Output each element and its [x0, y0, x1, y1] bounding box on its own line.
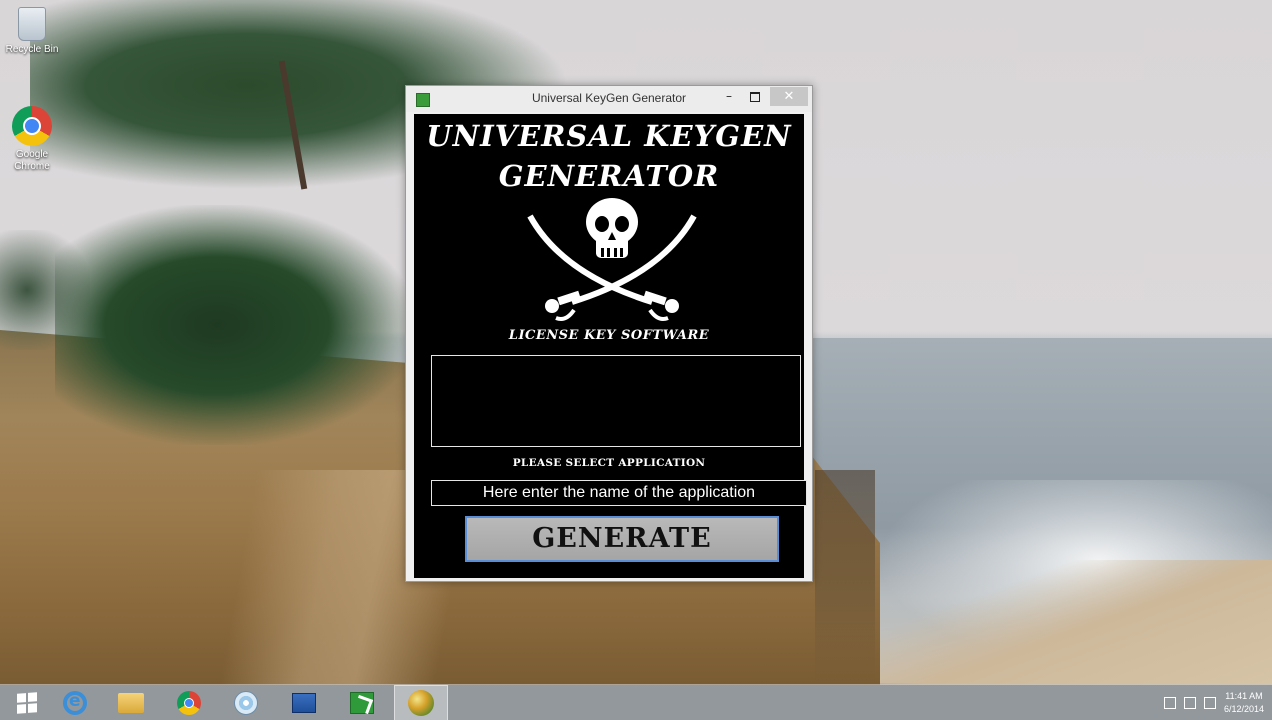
- application-name-input[interactable]: [431, 480, 807, 506]
- network-icon: [292, 693, 316, 713]
- wallpaper-cliff: [815, 470, 875, 685]
- taskbar-disc-app[interactable]: [219, 685, 273, 720]
- desktop-icon-recycle-bin[interactable]: Recycle Bin: [0, 7, 64, 55]
- taskbar-file-explorer[interactable]: [104, 685, 158, 720]
- taskbar-network-app[interactable]: [277, 685, 331, 720]
- battery-icon[interactable]: [1163, 697, 1176, 709]
- clock[interactable]: 11:41 AM 6/12/2014: [1224, 690, 1264, 716]
- taskbar-active-app[interactable]: [394, 685, 448, 720]
- desktop: Recycle Bin Google Chrome Universal KeyG…: [0, 0, 1272, 720]
- heading-line-1: UNIVERSAL KEYGEN: [426, 119, 792, 153]
- start-button[interactable]: [0, 685, 54, 720]
- orb-icon: [408, 690, 434, 716]
- select-application-label: PLEASE SELECT APPLICATION: [512, 457, 706, 469]
- wallpaper-tree: [55, 205, 415, 445]
- taskbar-google-chrome[interactable]: [162, 685, 216, 720]
- desktop-icon-label: Google Chrome: [14, 149, 50, 172]
- heading-line-2: GENERATOR: [498, 159, 720, 193]
- folder-icon: [118, 693, 144, 713]
- skull-crossed-swords-icon: [527, 198, 697, 321]
- clock-time: 11:41 AM: [1225, 691, 1263, 701]
- clock-date: 6/12/2014: [1223, 704, 1264, 714]
- system-tray: 11:41 AM 6/12/2014: [1163, 685, 1264, 720]
- taskbar-keygen-app[interactable]: [335, 685, 389, 720]
- minimize-button[interactable]: –: [718, 87, 740, 106]
- wallpaper-beach: [840, 560, 1272, 685]
- logo-caption: LICENSE KEY SOFTWARE: [508, 328, 710, 343]
- chrome-icon: [177, 691, 201, 715]
- desktop-icon-google-chrome[interactable]: Google Chrome: [0, 106, 64, 173]
- windows-logo-icon: [17, 692, 37, 714]
- keygen-window: Universal KeyGen Generator – ✕ UNIVERSAL…: [405, 85, 813, 582]
- taskbar-internet-explorer[interactable]: [48, 685, 102, 720]
- network-status-icon[interactable]: [1183, 697, 1196, 709]
- disc-icon: [234, 691, 258, 715]
- chrome-icon: [12, 106, 52, 146]
- desktop-icon-label: Recycle Bin: [5, 44, 59, 55]
- internet-explorer-icon: [63, 691, 87, 715]
- volume-icon[interactable]: [1203, 697, 1216, 709]
- license-key-output[interactable]: [431, 355, 801, 447]
- title-bar[interactable]: Universal KeyGen Generator – ✕: [406, 86, 812, 112]
- maximize-icon: [750, 91, 760, 102]
- app-heading: UNIVERSAL KEYGEN GENERATOR: [414, 116, 804, 196]
- generate-button[interactable]: GENERATE: [465, 516, 779, 562]
- recycle-bin-icon: [18, 7, 46, 41]
- wallpaper-tree-left: [0, 230, 90, 350]
- maximize-button[interactable]: [744, 87, 766, 106]
- close-button[interactable]: ✕: [770, 87, 808, 106]
- keygen-icon: [350, 692, 374, 714]
- keygen-panel: UNIVERSAL KEYGEN GENERATOR LICENSE KEY S…: [414, 114, 807, 578]
- taskbar: 11:41 AM 6/12/2014: [0, 684, 1272, 720]
